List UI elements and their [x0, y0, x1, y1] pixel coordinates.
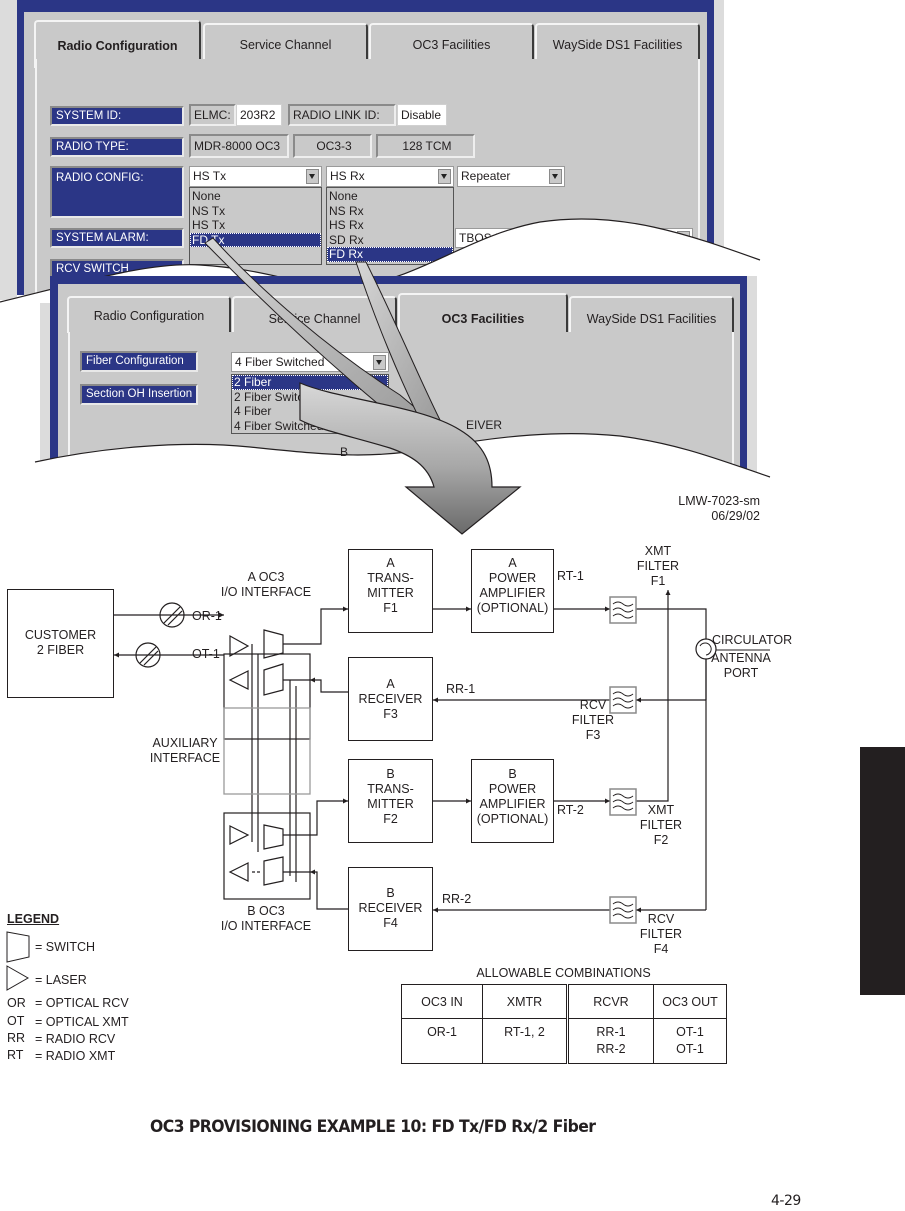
- legend-switch: = SWITCH: [35, 940, 96, 954]
- drawing-code: LMW-7023-sm: [678, 494, 760, 508]
- auxiliary-interface-box: [223, 707, 311, 795]
- legend-or-text: = OPTICAL RCV: [35, 996, 129, 1010]
- legend-rt-abbr: RT: [7, 1048, 24, 1062]
- legend-rr-text: = RADIO RCV: [35, 1032, 116, 1046]
- col-header-oc3-in: OC3 IN: [401, 984, 483, 1019]
- legend-title: LEGEND: [7, 912, 60, 926]
- xmt-filter-f1-label: XMT FILTER F1: [636, 544, 680, 588]
- a-transmitter-label: A TRANS- MITTER F1: [367, 556, 414, 615]
- combinations-title: ALLOWABLE COMBINATIONS: [476, 966, 651, 980]
- auxiliary-interface-label: AUXILIARY INTERFACE: [149, 736, 221, 765]
- rr1-label: RR-1: [446, 682, 476, 696]
- col-header-oc3-out: OC3 OUT: [653, 984, 727, 1019]
- cell-xmtr: RT-1, 2: [482, 1018, 569, 1064]
- optical-attenuator-icons: [135, 602, 185, 668]
- col-header-rcvr: RCVR: [567, 984, 654, 1019]
- b-transmitter-label: B TRANS- MITTER F2: [367, 767, 414, 826]
- figure-caption: OC3 PROVISIONING EXAMPLE 10: FD Tx/FD Rx…: [150, 1117, 596, 1137]
- rr2-label: RR-2: [442, 892, 472, 906]
- cell-oc3-out-1: OT-1: [676, 1025, 704, 1039]
- laser-icon: [6, 965, 30, 991]
- table-row: OR-1 RT-1, 2 RR-1 RR-2 OT-1 OT-1: [401, 1018, 727, 1064]
- col-header-xmtr: XMTR: [482, 984, 569, 1019]
- b-receiver-label: B RECEIVER F4: [358, 886, 423, 930]
- overlay-arrows: B: [34, 237, 905, 540]
- filter-icons: [609, 596, 637, 924]
- legend-laser: = LASER: [35, 973, 87, 987]
- a-oc3-label: A OC3 I/O INTERFACE: [220, 570, 312, 599]
- circulator-label: CIRCULATOR: [712, 633, 793, 647]
- cell-rcvr-1: RR-1: [596, 1025, 626, 1039]
- rcv-filter-f3-label: RCV FILTER F3: [571, 698, 615, 742]
- page-number: 4-29: [771, 1193, 801, 1209]
- legend-or-abbr: OR: [7, 996, 26, 1010]
- cell-oc3-in: OR-1: [401, 1018, 483, 1064]
- b-power-amplifier-label: B POWER AMPLIFIER (OPTIONAL): [476, 767, 549, 826]
- antenna-port-label: ANTENNA PORT: [711, 651, 771, 680]
- combinations-table: OC3 IN XMTR RCVR OC3 OUT OR-1 RT-1, 2 RR…: [401, 984, 727, 1064]
- rt1-label: RT-1: [557, 569, 584, 583]
- legend-ot-text: = OPTICAL XMT: [35, 1015, 129, 1029]
- drawing-date: 06/29/02: [711, 509, 760, 523]
- cell-rcvr: RR-1 RR-2: [567, 1018, 654, 1064]
- partial-b-text: B: [340, 445, 348, 459]
- xmt-filter-f2-label: XMT FILTER F2: [639, 803, 683, 847]
- switch-icon: [6, 931, 30, 963]
- legend-rr-abbr: RR: [7, 1031, 26, 1045]
- table-header-row: OC3 IN XMTR RCVR OC3 OUT: [401, 984, 727, 1019]
- cell-oc3-out: OT-1 OT-1: [653, 1018, 727, 1064]
- rcv-filter-f4-label: RCV FILTER F4: [639, 912, 683, 956]
- b-oc3-label: B OC3 I/O INTERFACE: [220, 904, 312, 933]
- a-power-amplifier-label: A POWER AMPLIFIER (OPTIONAL): [476, 556, 549, 615]
- cell-oc3-out-2: OT-1: [676, 1042, 704, 1056]
- a-receiver-label: A RECEIVER F3: [358, 677, 423, 721]
- or1-label: OR-1: [192, 609, 222, 623]
- rt2-label: RT-2: [557, 803, 584, 817]
- cell-rcvr-2: RR-2: [596, 1042, 626, 1056]
- section-thumb-tab: [860, 747, 905, 995]
- customer-label: CUSTOMER 2 FIBER: [24, 628, 97, 657]
- legend-rt-text: = RADIO XMT: [35, 1049, 116, 1063]
- ot1-label: OT-1: [192, 647, 220, 661]
- legend-symbols: [6, 931, 30, 991]
- legend-ot-abbr: OT: [7, 1014, 25, 1028]
